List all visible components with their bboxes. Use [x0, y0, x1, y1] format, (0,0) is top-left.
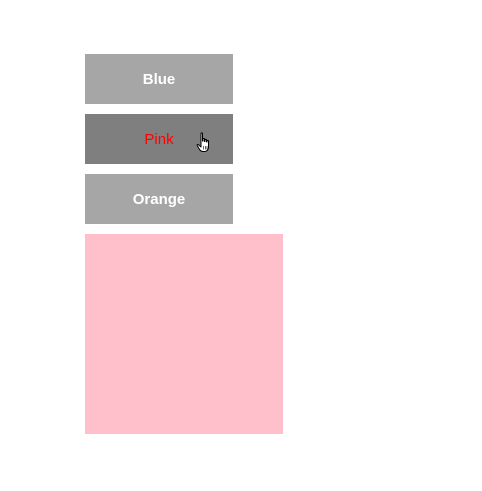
- blue-button[interactable]: Blue: [85, 54, 233, 104]
- pink-button-label: Pink: [144, 130, 174, 148]
- orange-button-label: Orange: [132, 190, 186, 208]
- pink-button[interactable]: Pink: [85, 114, 233, 164]
- color-preview-box: [85, 234, 283, 434]
- orange-button[interactable]: Orange: [85, 174, 233, 224]
- blue-button-label: Blue: [142, 70, 176, 88]
